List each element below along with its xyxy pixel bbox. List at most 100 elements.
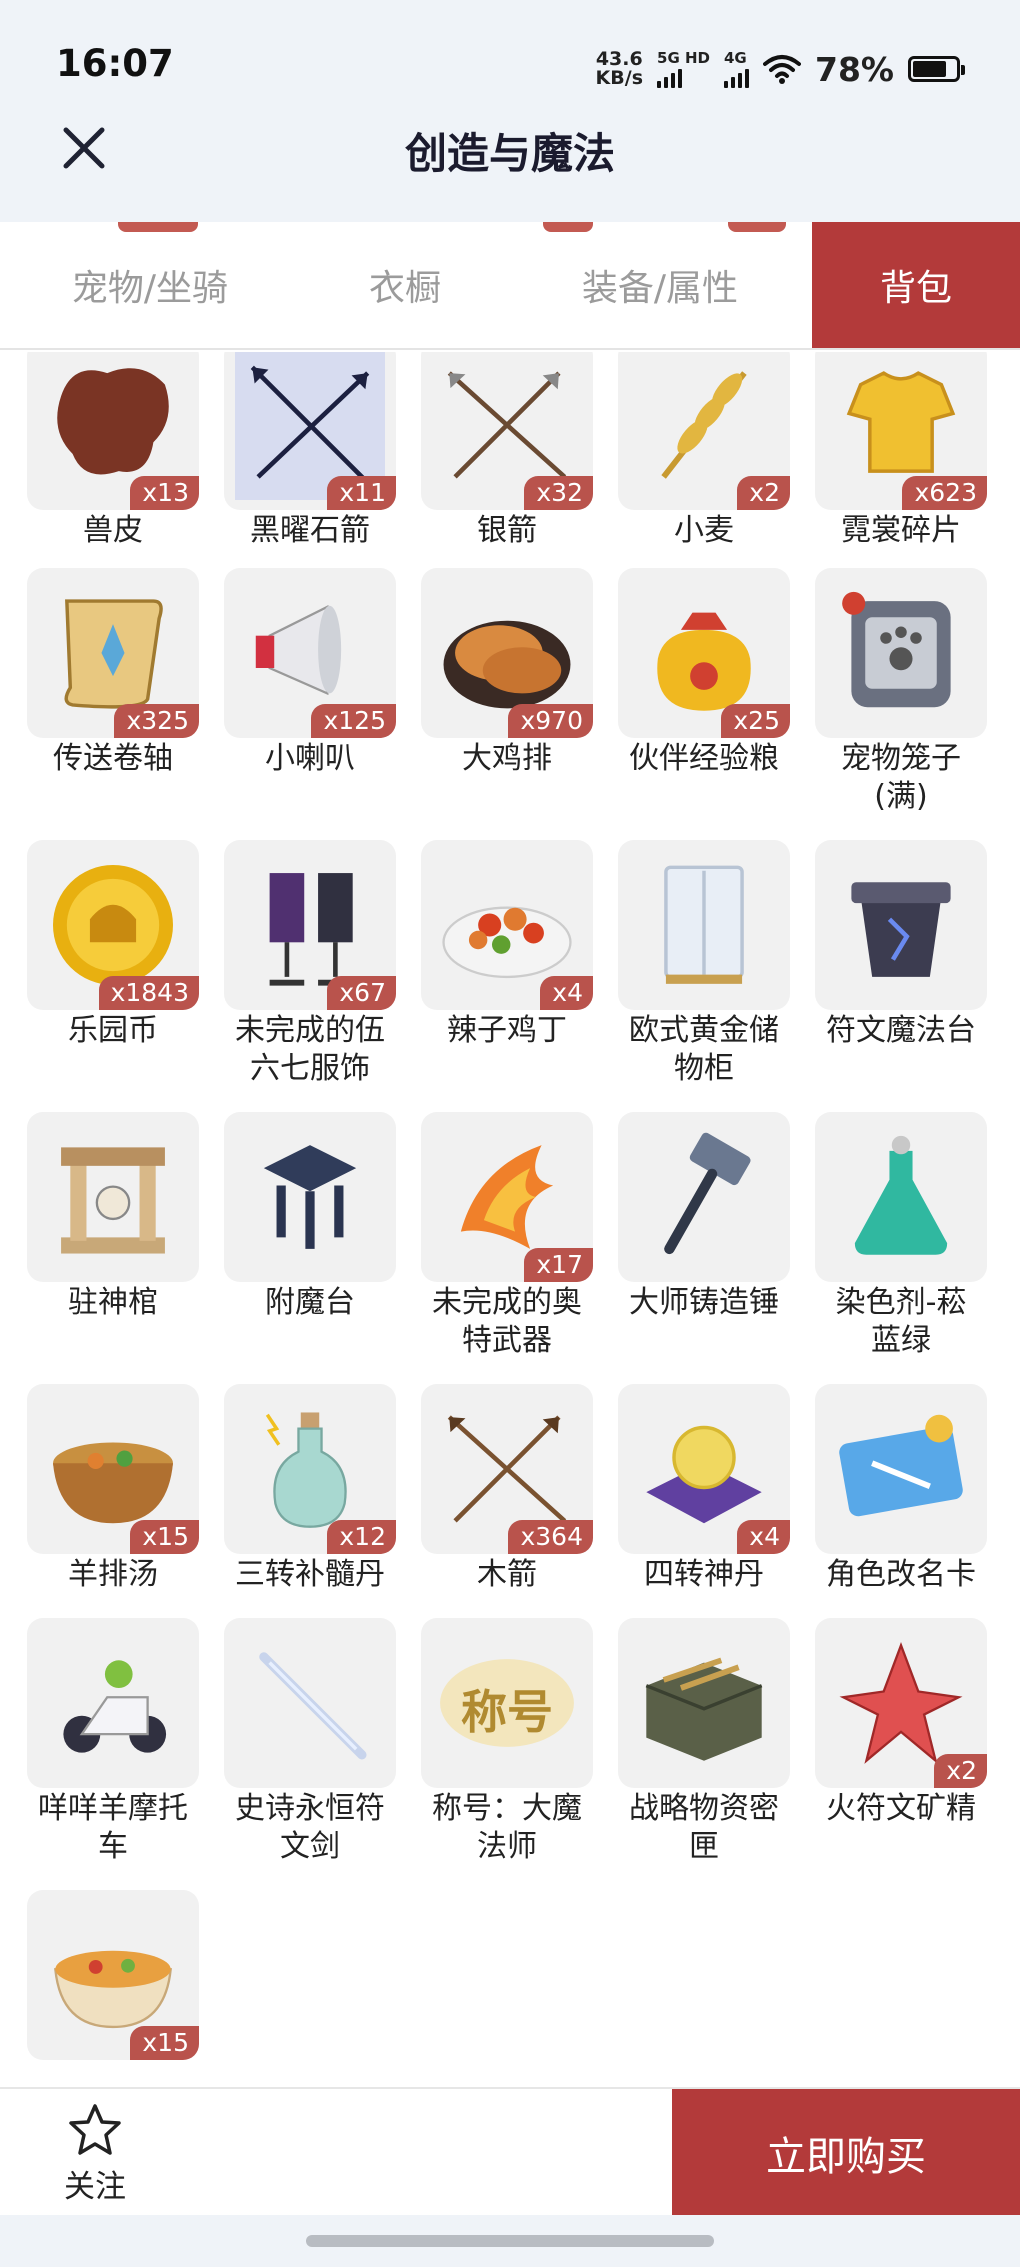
item-tile: x2 bbox=[618, 352, 790, 510]
inventory-item[interactable]: 宠物笼子 (满) bbox=[815, 568, 987, 816]
inventory-item[interactable]: 欧式黄金储 物柜 bbox=[618, 840, 790, 1088]
item-quantity-badge: x125 bbox=[311, 704, 396, 738]
inventory-item[interactable]: x1843 乐园币 bbox=[27, 840, 199, 1050]
dye-flask-icon bbox=[854, 1135, 948, 1255]
inventory-item[interactable]: x2 小麦 bbox=[618, 352, 790, 550]
inventory-item[interactable]: x325 传送卷轴 bbox=[27, 568, 199, 778]
inventory-item[interactable]: 咩咩羊摩托 车 bbox=[27, 1618, 199, 1866]
page-title: 创造与魔法 bbox=[404, 129, 615, 178]
inventory-item[interactable]: 称号 称号：大魔 法师 bbox=[421, 1618, 593, 1866]
item-quantity-badge: x2 bbox=[934, 1754, 987, 1788]
tab-pets-mounts[interactable]: 宠物/坐骑 bbox=[0, 222, 300, 348]
enchant-table-icon bbox=[263, 1145, 357, 1249]
item-quantity-badge: x15 bbox=[130, 1520, 199, 1554]
item-name: 传送卷轴 bbox=[53, 741, 173, 776]
bottom-bar: 关注 立即购买 bbox=[0, 2087, 1020, 2217]
item-tile bbox=[27, 1618, 199, 1788]
item-name: 羊排汤 bbox=[68, 1557, 158, 1592]
item-name: 木箭 bbox=[477, 1557, 537, 1592]
item-tile: x4 bbox=[421, 840, 593, 1010]
signal-4g: 4G bbox=[724, 50, 749, 88]
item-tile bbox=[815, 840, 987, 1010]
inventory-item[interactable]: 驻神棺 bbox=[27, 1112, 199, 1322]
rename-card-icon bbox=[839, 1414, 963, 1517]
net-speed: 43.6 KB/s bbox=[596, 50, 643, 88]
item-tile: x15 bbox=[27, 1384, 199, 1554]
inventory-item[interactable]: x2 火符文矿精 bbox=[815, 1618, 987, 1828]
shrine-icon bbox=[61, 1147, 165, 1254]
item-tile: x15 bbox=[27, 1890, 199, 2060]
item-quantity-badge: x11 bbox=[327, 476, 396, 510]
rune-sword-icon bbox=[259, 1652, 367, 1760]
inventory-item[interactable]: 附魔台 bbox=[224, 1112, 396, 1322]
item-tile bbox=[224, 1618, 396, 1788]
home-indicator[interactable] bbox=[306, 2235, 714, 2247]
signal-bars-icon bbox=[724, 66, 749, 88]
inventory-item[interactable]: x4 辣子鸡丁 bbox=[421, 840, 593, 1050]
buy-now-button[interactable]: 立即购买 bbox=[672, 2089, 1020, 2217]
signal-bars-icon bbox=[657, 66, 683, 88]
inventory-item[interactable]: 染色剂-菘 蓝绿 bbox=[815, 1112, 987, 1360]
inventory-item[interactable]: x11 黑曜石箭 bbox=[224, 352, 396, 550]
inventory-item[interactable]: x67 未完成的伍 六七服饰 bbox=[224, 840, 396, 1088]
item-name: 三转补髓丹 bbox=[235, 1557, 385, 1592]
item-quantity-badge: x32 bbox=[524, 476, 593, 510]
tab-equipment[interactable]: 装备/属性 bbox=[510, 222, 810, 348]
item-name: 伙伴经验粮 bbox=[629, 741, 779, 776]
item-name: 未完成的伍 六七服饰 bbox=[235, 1013, 385, 1086]
item-name: 辣子鸡丁 bbox=[447, 1013, 567, 1048]
item-tile: x13 bbox=[27, 352, 199, 510]
item-tile: x32 bbox=[421, 352, 593, 510]
item-quantity-badge: x67 bbox=[327, 976, 396, 1010]
item-name: 角色改名卡 bbox=[826, 1557, 976, 1592]
item-name: 银箭 bbox=[477, 513, 537, 548]
item-quantity-badge: x970 bbox=[508, 704, 593, 738]
inventory-item[interactable]: 大师铸造锤 bbox=[618, 1112, 790, 1322]
inventory-item[interactable]: x125 小喇叭 bbox=[224, 568, 396, 778]
inventory-item[interactable]: x32 银箭 bbox=[421, 352, 593, 550]
hammer-icon bbox=[664, 1132, 751, 1255]
item-name: 未完成的奥 特武器 bbox=[432, 1285, 582, 1358]
item-name: 附魔台 bbox=[265, 1285, 355, 1320]
item-tile bbox=[618, 840, 790, 1010]
item-name: 驻神棺 bbox=[68, 1285, 158, 1320]
item-tile: x12 bbox=[224, 1384, 396, 1554]
inventory-item[interactable]: x13 兽皮 bbox=[27, 352, 199, 550]
item-quantity-badge: x2 bbox=[737, 476, 790, 510]
tab-backpack[interactable]: 背包 bbox=[812, 222, 1020, 348]
item-name: 咩咩羊摩托 车 bbox=[38, 1791, 188, 1864]
wardrobe-icon bbox=[664, 865, 744, 984]
item-tile: 称号 bbox=[421, 1618, 593, 1788]
inventory-item[interactable]: x623 霓裳碎片 bbox=[815, 352, 987, 550]
item-name: 霓裳碎片 bbox=[841, 513, 961, 548]
inventory-item[interactable]: x25 伙伴经验粮 bbox=[618, 568, 790, 778]
item-tile: x11 bbox=[224, 352, 396, 510]
inventory-item[interactable]: 符文魔法台 bbox=[815, 840, 987, 1050]
inventory-item[interactable]: x17 未完成的奥 特武器 bbox=[421, 1112, 593, 1360]
inventory-item[interactable]: 史诗永恒符 文剑 bbox=[224, 1618, 396, 1866]
net-speed-unit: KB/s bbox=[595, 67, 644, 89]
inventory-item[interactable]: x364 木箭 bbox=[421, 1384, 593, 1594]
item-tile: x4 bbox=[618, 1384, 790, 1554]
tab-wardrobe[interactable]: 衣橱 bbox=[300, 222, 510, 348]
supply-crate-icon bbox=[645, 1657, 763, 1761]
follow-button[interactable]: 关注 bbox=[40, 2103, 150, 2206]
item-quantity-badge: x325 bbox=[114, 704, 199, 738]
item-tile: x970 bbox=[421, 568, 593, 738]
title-badge-text: 称号 bbox=[461, 1685, 553, 1739]
item-quantity-badge: x15 bbox=[130, 2026, 199, 2060]
item-quantity-badge: x4 bbox=[737, 1520, 790, 1554]
inventory-item[interactable]: x15 bbox=[27, 1890, 199, 2062]
inventory-item[interactable]: 角色改名卡 bbox=[815, 1384, 987, 1594]
item-tile: x623 bbox=[815, 352, 987, 510]
signal-5g: 5G HD bbox=[657, 48, 710, 88]
inventory-item[interactable]: x15 羊排汤 bbox=[27, 1384, 199, 1594]
rune-table-icon bbox=[851, 882, 951, 977]
inventory-item[interactable]: x4 四转神丹 bbox=[618, 1384, 790, 1594]
item-tile: x2 bbox=[815, 1618, 987, 1788]
net-type-1: 5G HD bbox=[657, 48, 710, 67]
inventory-item[interactable]: x970 大鸡排 bbox=[421, 568, 593, 778]
inventory-item[interactable]: x12 三转补髓丹 bbox=[224, 1384, 396, 1594]
inventory-item[interactable]: 战略物资密 匣 bbox=[618, 1618, 790, 1866]
tab-bar: 宠物/坐骑 衣橱 装备/属性 背包 bbox=[0, 222, 1020, 350]
